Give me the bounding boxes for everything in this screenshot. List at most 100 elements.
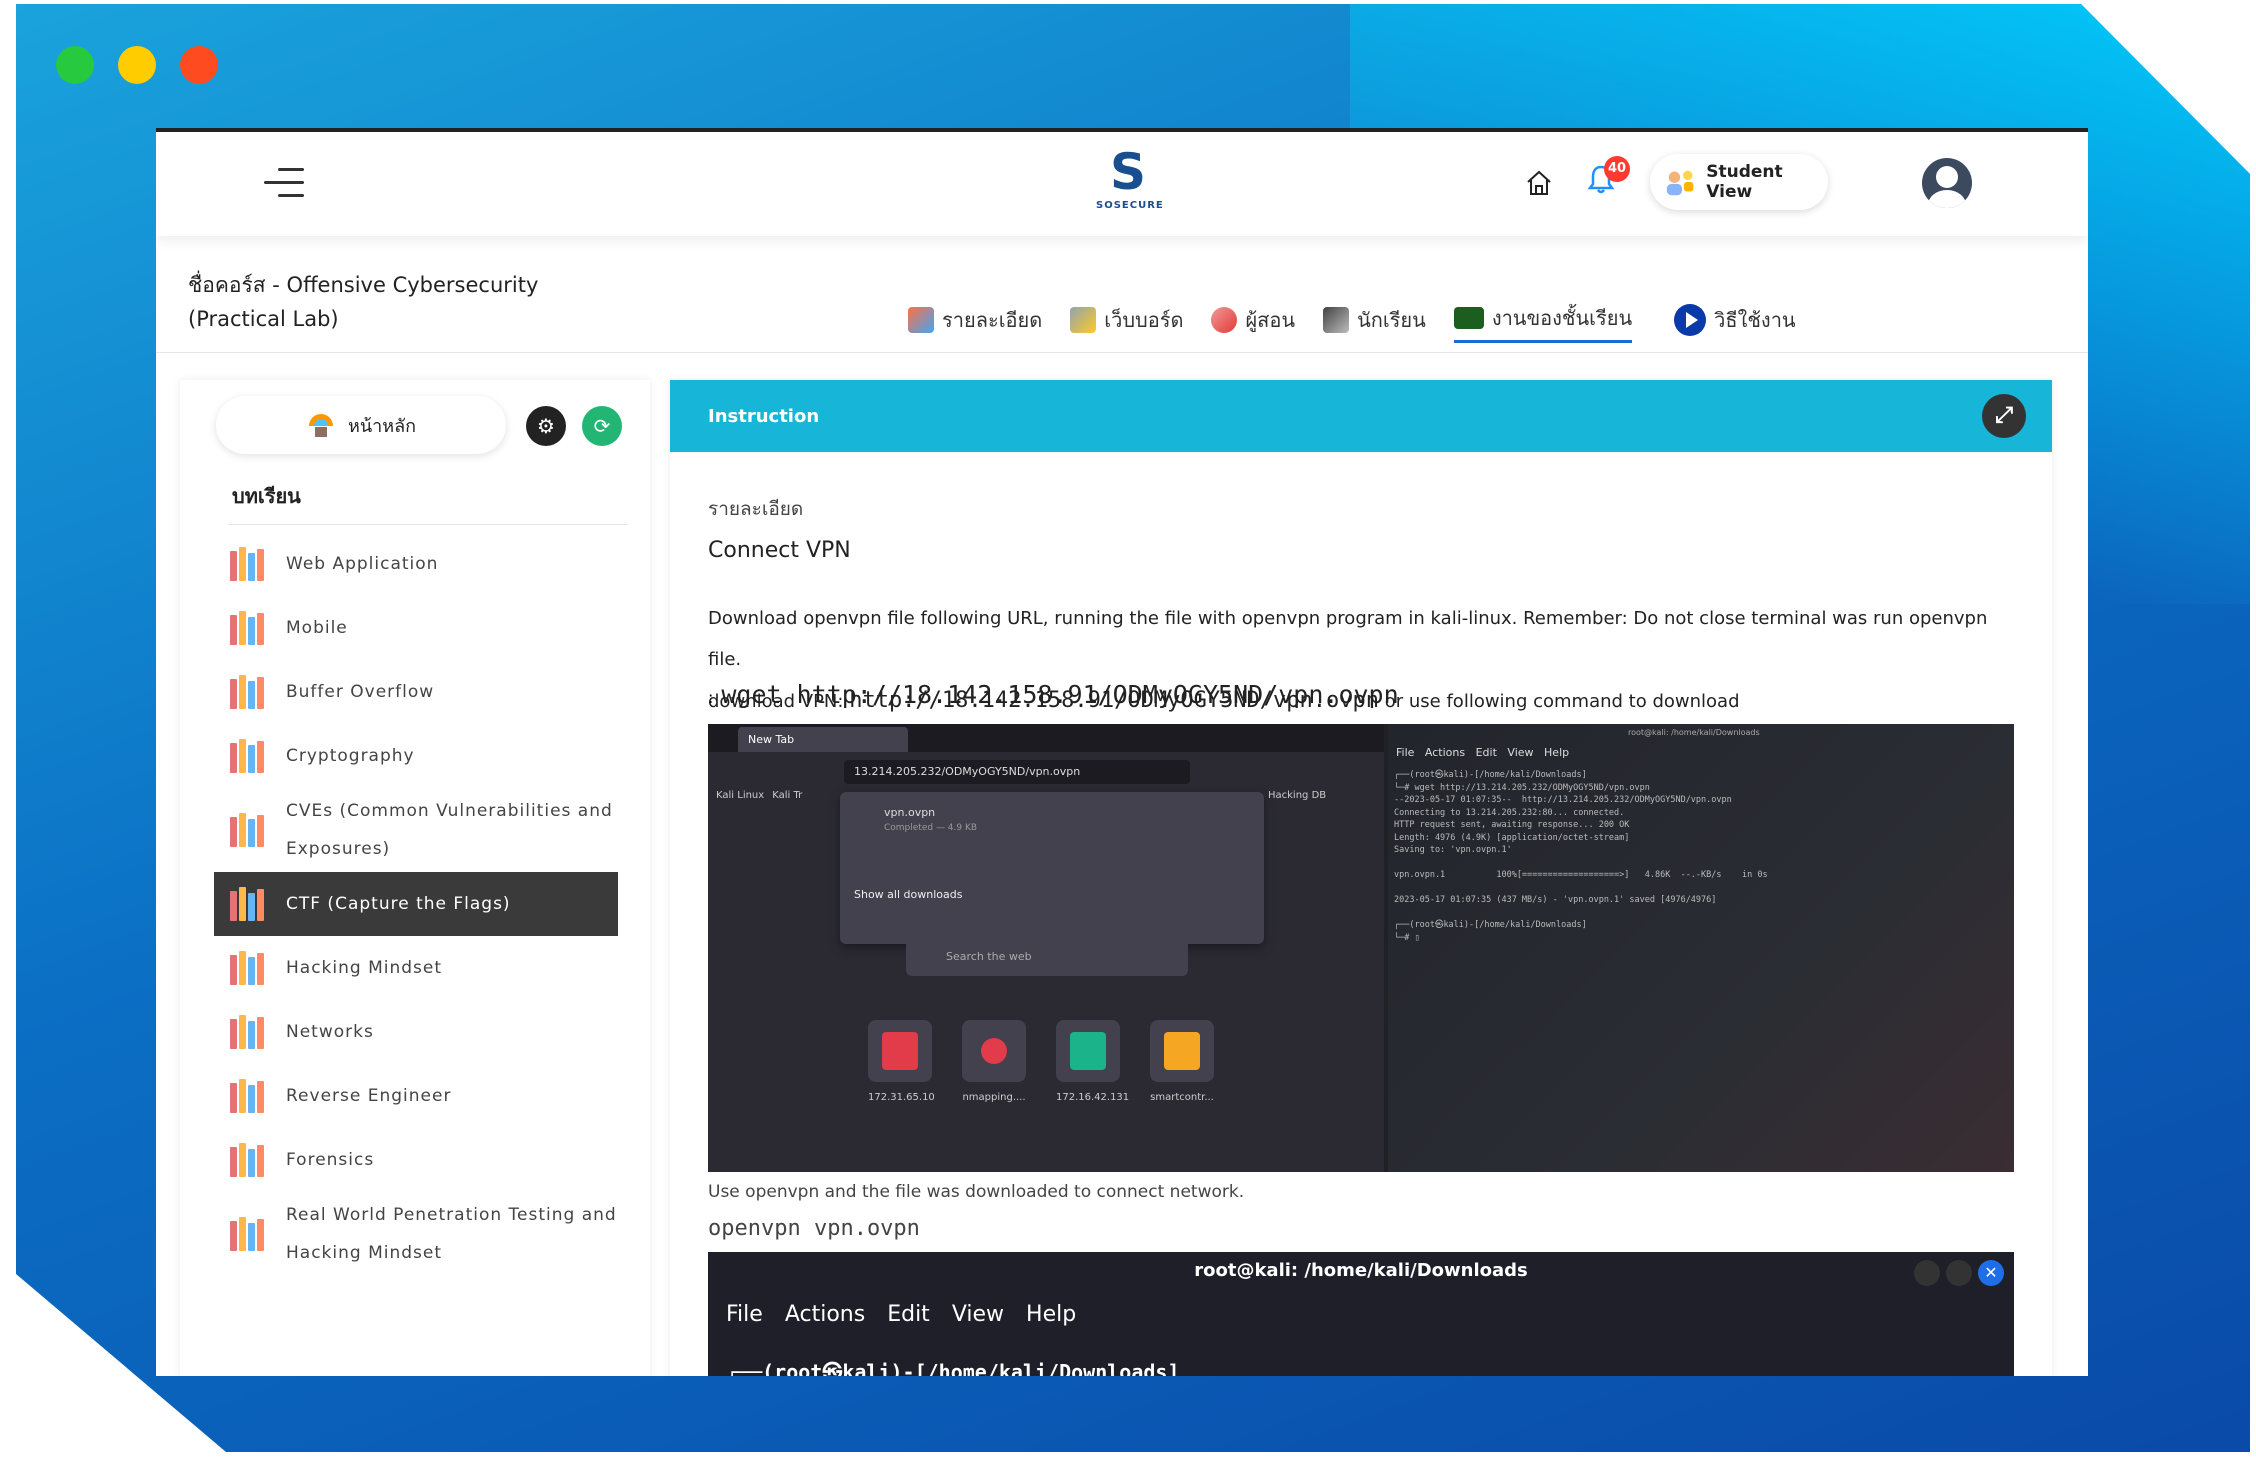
browser-tabs: New Tab (708, 724, 1384, 752)
terminal-window: root@kali: /home/kali/Downloads File Act… (1388, 724, 2014, 1172)
browser-tile: 172.31.65.10 (868, 1020, 935, 1103)
course-tabs: รายละเอียด เว็บบอร์ด ผู้สอน นักเรียน งาน… (908, 302, 1796, 343)
lesson-item-networks[interactable]: Networks (214, 1000, 618, 1064)
download-status: Completed — 4.9 KB (884, 823, 978, 833)
lesson-item-ctf[interactable]: CTF (Capture the Flags) (214, 872, 618, 936)
bookmark: Hacking DB (1268, 790, 1327, 801)
terminal-title: root@kali: /home/kali/Downloads (1628, 728, 1760, 737)
details-icon (908, 306, 934, 333)
wget-command: : wget http://18.142.158.91/ODMyOGY5ND/v… (708, 680, 1399, 709)
lesson-label: CVEs (Common Vulnerabilities and Exposur… (286, 801, 613, 859)
terminal-output: ┌──(root㉿kali)-[/home/kali/Downloads] └─… (1394, 770, 1768, 943)
logo-mark: S (1109, 143, 1146, 201)
bookmarks-bar: Kali Linux Kali Tr (716, 790, 802, 801)
lesson-label: CTF (Capture the Flags) (286, 894, 511, 914)
books-icon (228, 739, 268, 773)
settings-gear-icon[interactable]: ⚙ (526, 406, 566, 446)
download-name: vpn.ovpn (884, 806, 936, 819)
home-label: หน้าหลัก (347, 415, 417, 437)
window-dot-red (180, 46, 218, 84)
books-icon (228, 1217, 268, 1251)
lesson-label: Hacking Mindset (286, 958, 443, 978)
lesson-item-real-world-pentest[interactable]: Real World Penetration Testing and Hacki… (214, 1192, 618, 1276)
expand-icon[interactable]: ⤢ (1982, 394, 2026, 438)
app-window: S SOSECURE 40 Student View ชื่อคอร์ส - O… (156, 128, 2088, 1376)
openvpn-command: openvpn vpn.ovpn (708, 1216, 920, 1241)
logo-text: SOSECURE (1096, 200, 1164, 211)
lesson-item-cves[interactable]: CVEs (Common Vulnerabilities and Exposur… (214, 788, 618, 872)
browser-url: 13.214.205.232/ODMyOGY5ND/vpn.ovpn (844, 760, 1190, 784)
tab-details[interactable]: รายละเอียด (908, 304, 1042, 342)
menu-icon[interactable] (264, 168, 304, 200)
lesson-item-forensics[interactable]: Forensics (214, 1128, 618, 1192)
panel-header-title: Instruction (708, 405, 820, 427)
instructor-icon (1211, 306, 1238, 333)
lesson-item-buffer-overflow[interactable]: Buffer Overflow (214, 660, 618, 724)
tab-label: วิธีใช้งาน (1714, 307, 1796, 332)
home-button[interactable]: หน้าหลัก (216, 396, 506, 454)
tab-classwork[interactable]: งานของชั้นเรียน (1453, 302, 1633, 343)
lesson-label: Networks (286, 1022, 374, 1042)
stage: S SOSECURE 40 Student View ชื่อคอร์ส - O… (0, 0, 2256, 1476)
students-icon (1323, 306, 1350, 333)
books-icon (228, 887, 268, 921)
lesson-label: Web Application (286, 554, 439, 574)
lesson-label: Reverse Engineer (286, 1086, 452, 1106)
maximize-icon (1946, 1260, 1972, 1286)
books-icon (228, 951, 268, 985)
tab-instructor[interactable]: ผู้สอน (1211, 304, 1295, 342)
lesson-item-reverse-engineer[interactable]: Reverse Engineer (214, 1064, 618, 1128)
instruction-panel: Instruction ⤢ รายละเอียด Connect VPN Dow… (670, 380, 2052, 1376)
screenshot-download: New Tab 13.214.205.232/ODMyOGY5ND/vpn.ov… (708, 724, 2014, 1172)
lesson-item-hacking-mindset[interactable]: Hacking Mindset (214, 936, 618, 1000)
window-dot-green (56, 46, 94, 84)
student-view-label: Student View (1706, 162, 1783, 202)
panel-header: Instruction ⤢ (670, 380, 2052, 452)
logo[interactable]: S SOSECURE (1096, 143, 1164, 211)
minimize-icon (1914, 1260, 1940, 1286)
browser-tab: New Tab (738, 727, 908, 752)
terminal-menu: File Actions Edit View Help (726, 1302, 1077, 1327)
course-title: ชื่อคอร์ส - Offensive Cybersecurity (Pra… (188, 273, 539, 331)
instruction-title: Connect VPN (708, 538, 851, 563)
play-icon (1674, 303, 1707, 336)
download-suffix: or use following command to download (1384, 691, 1740, 712)
lesson-label: Forensics (286, 1150, 375, 1170)
wget-command-text: wget http://18.142.158.91/ODMyOGY5ND/vpn… (721, 680, 1399, 709)
books-icon (228, 547, 268, 581)
lesson-label: Real World Penetration Testing and Hacki… (286, 1205, 617, 1263)
user-avatar[interactable] (1922, 158, 1972, 208)
tab-label: งานของชั้นเรียน (1491, 306, 1633, 330)
close-icon: ✕ (1978, 1260, 2004, 1286)
books-icon (228, 611, 268, 645)
bookmark: Kali Tr (772, 790, 803, 801)
books-icon (228, 1015, 268, 1049)
command-prefix: : (708, 688, 714, 707)
top-bar: S SOSECURE 40 Student View (156, 132, 2088, 236)
tab-howto[interactable]: วิธีใช้งาน (1674, 303, 1796, 342)
lesson-label: Buffer Overflow (286, 682, 435, 702)
window-dot-yellow (118, 46, 156, 84)
books-icon (228, 675, 268, 709)
notification-bell-icon[interactable]: 40 (1586, 156, 1630, 200)
detail-label: รายละเอียด (708, 498, 804, 520)
terminal-prompt: ┌──(root㉿kali)-[/home/kali/Downloads] (726, 1360, 1180, 1376)
tab-webboard[interactable]: เว็บบอร์ด (1070, 304, 1183, 342)
divider (228, 524, 628, 525)
home-emblem-icon (308, 414, 333, 437)
student-view-button[interactable]: Student View (1650, 154, 1828, 210)
notification-count-badge: 40 (1604, 156, 1630, 182)
lesson-label: Mobile (286, 618, 348, 638)
show-all-downloads: Show all downloads (854, 888, 963, 901)
tab-label: ผู้สอน (1245, 307, 1296, 332)
lesson-item-mobile[interactable]: Mobile (214, 596, 618, 660)
lesson-item-cryptography[interactable]: Cryptography (214, 724, 618, 788)
tab-label: รายละเอียด (942, 307, 1043, 332)
lesson-item-web-application[interactable]: Web Application (214, 532, 618, 596)
tab-label: เว็บบอร์ด (1104, 307, 1184, 332)
browser-search: Search the web (906, 938, 1188, 976)
tab-students[interactable]: นักเรียน (1323, 304, 1426, 342)
books-icon (228, 1079, 268, 1113)
refresh-icon[interactable]: ⟳ (582, 406, 622, 446)
home-icon[interactable] (1524, 168, 1554, 198)
